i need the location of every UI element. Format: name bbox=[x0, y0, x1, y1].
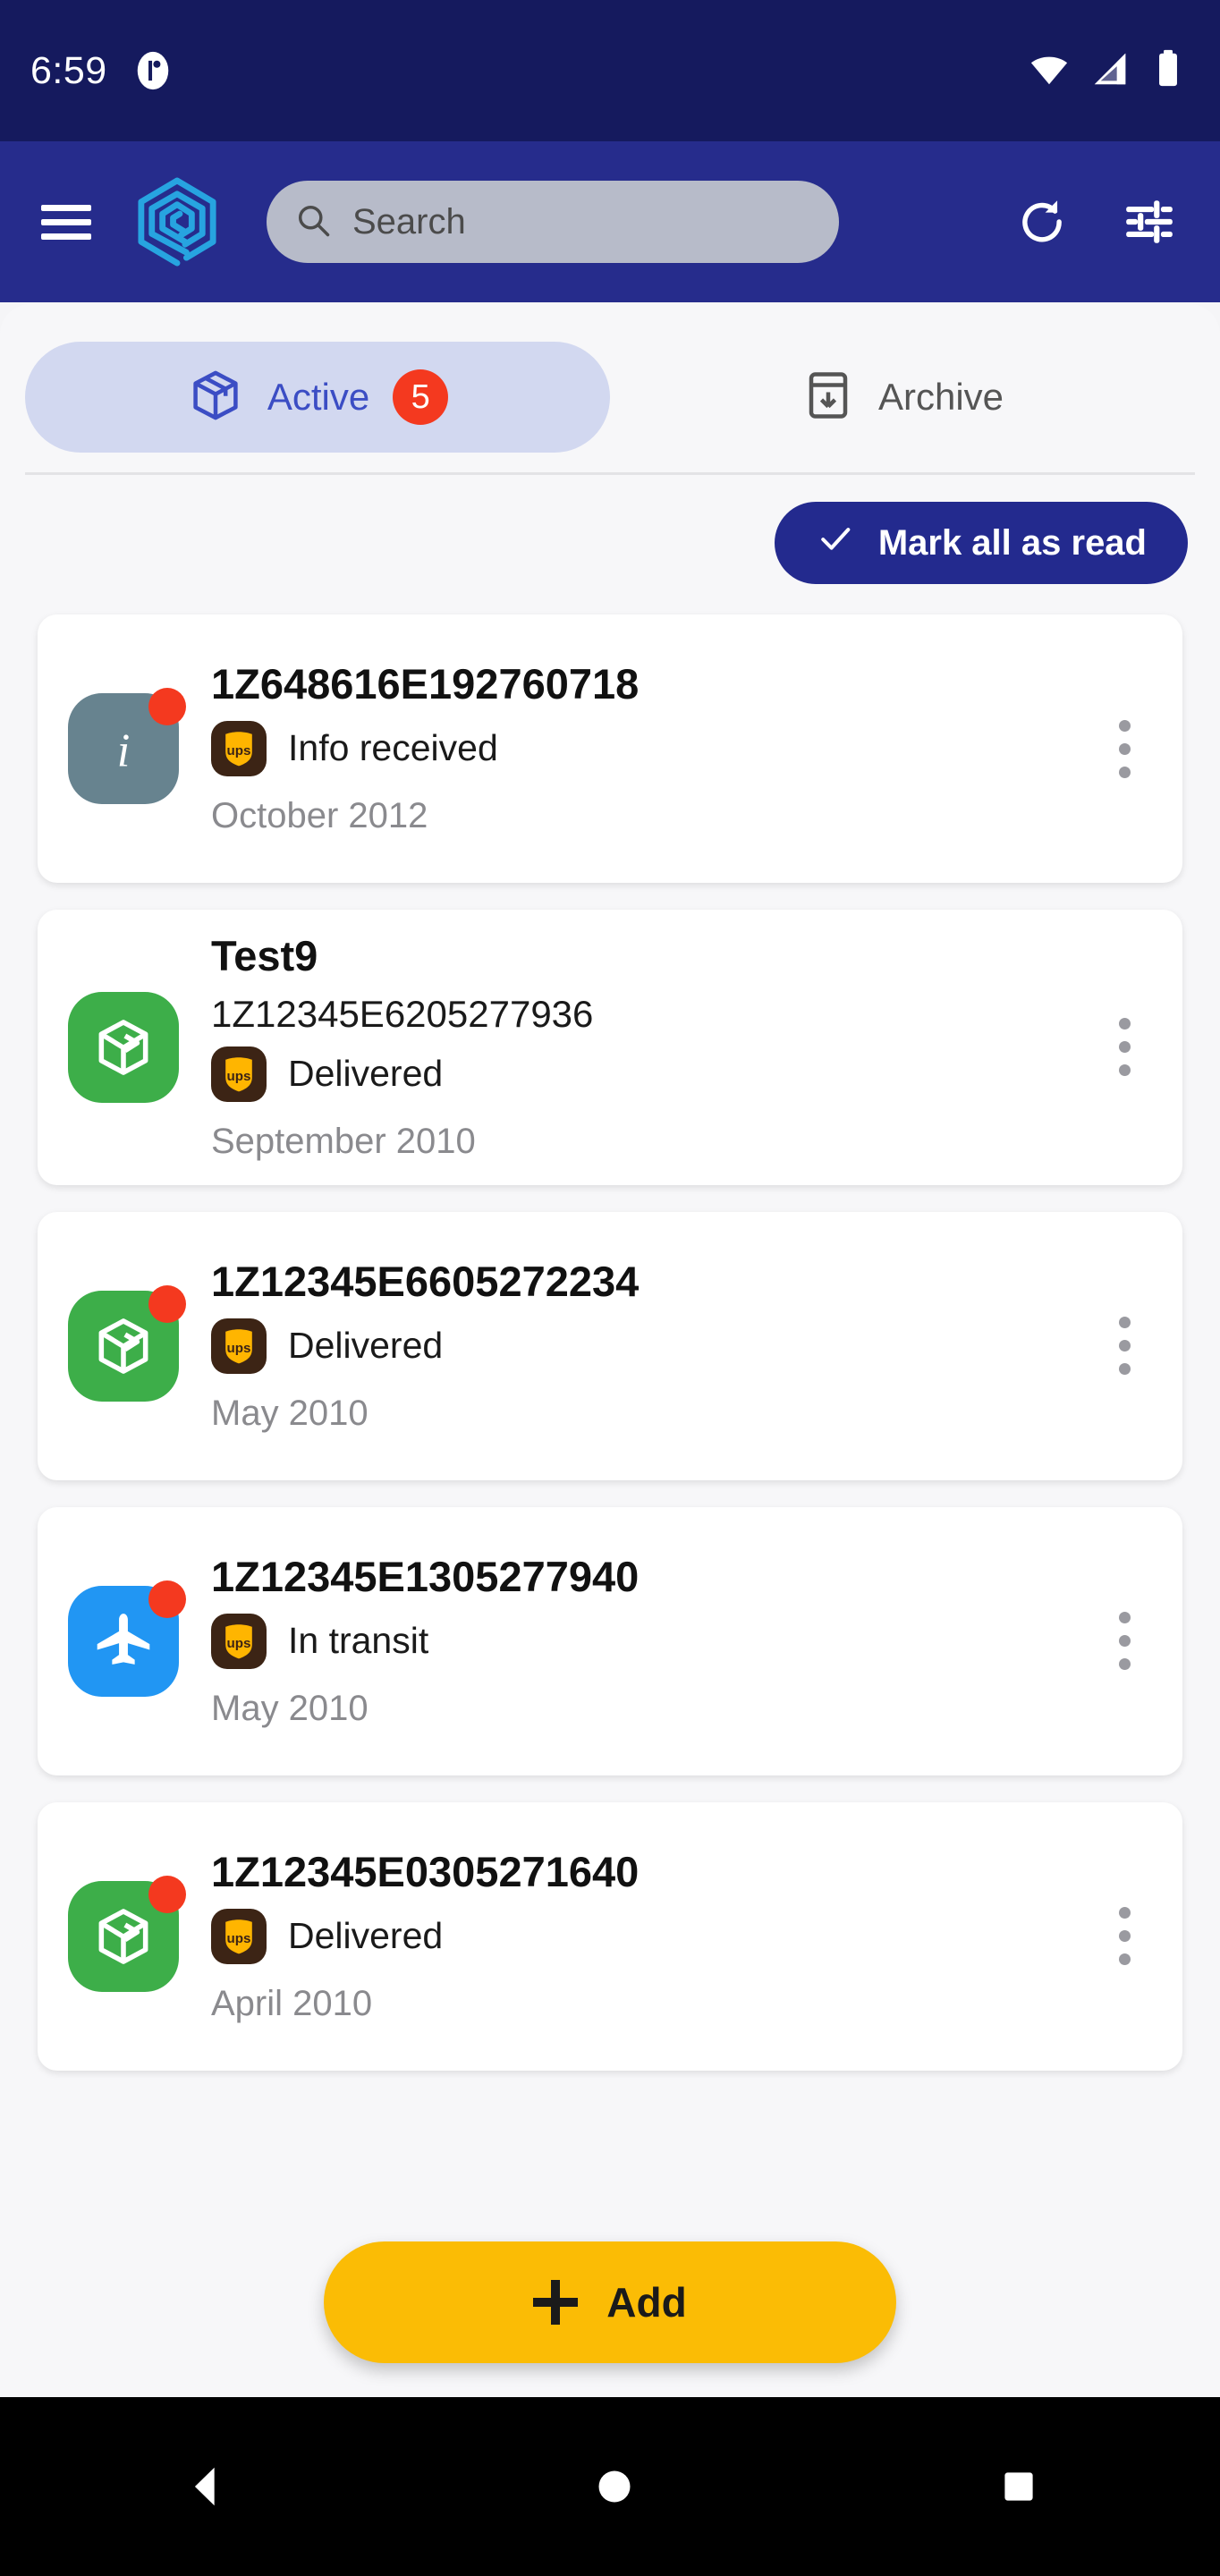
list-item-body: 1Z648616E192760718 ups Info received Oct… bbox=[211, 661, 1093, 836]
list-item-date: April 2010 bbox=[211, 1983, 373, 2023]
list-item-status-row: ups Delivered bbox=[211, 1318, 1093, 1374]
list-item-tracking: 1Z12345E1305277940 bbox=[211, 1553, 640, 1601]
tab-archive-label: Archive bbox=[877, 376, 1004, 418]
list-item-status: In transit bbox=[288, 1620, 429, 1662]
app-notification-icon bbox=[132, 50, 174, 91]
package-box-icon bbox=[187, 367, 244, 428]
unread-dot bbox=[148, 1580, 186, 1618]
list-item-date: September 2010 bbox=[211, 1121, 476, 1161]
cellular-signal-icon bbox=[1089, 48, 1131, 94]
toolbar-row: Mark all as read bbox=[0, 475, 1220, 584]
svg-text:ups: ups bbox=[226, 1341, 250, 1356]
list-item-status-row: ups In transit bbox=[211, 1613, 1093, 1669]
list-item-body: 1Z12345E6605272234 ups Delivered May 201… bbox=[211, 1258, 1093, 1434]
wifi-icon bbox=[1029, 48, 1070, 94]
mark-all-as-read-button[interactable]: Mark all as read bbox=[774, 502, 1188, 584]
avatar bbox=[68, 1580, 186, 1697]
tab-active-label: Active bbox=[267, 376, 370, 418]
tab-archive[interactable]: Archive bbox=[610, 342, 1195, 453]
add-button-label: Add bbox=[606, 2279, 687, 2326]
recents-square-icon[interactable] bbox=[997, 2465, 1040, 2508]
android-navigation-bar bbox=[0, 2397, 1220, 2576]
list-item-tracking: 1Z648616E192760718 bbox=[211, 660, 640, 708]
list-item-body: 1Z12345E1305277940 ups In transit May 20… bbox=[211, 1553, 1093, 1729]
app-root: 6:59 Search Active 5 Archive Mark all as… bbox=[0, 0, 1220, 2576]
status-bar-icons bbox=[1029, 48, 1186, 94]
tab-active-badge: 5 bbox=[393, 369, 449, 425]
list-item[interactable]: Test9 1Z12345E6205277936 ups Delivered S… bbox=[38, 910, 1182, 1185]
list-item-body: Test9 1Z12345E6205277936 ups Delivered S… bbox=[211, 932, 1093, 1162]
battery-icon bbox=[1150, 48, 1186, 94]
ups-logo-icon: ups bbox=[211, 1318, 267, 1374]
list-item-status: Delivered bbox=[288, 1053, 444, 1095]
add-button[interactable]: Add bbox=[324, 2241, 896, 2363]
list-item-tracking: 1Z12345E6205277936 bbox=[211, 992, 594, 1035]
list-item-status-row: ups Delivered bbox=[211, 1908, 1093, 1964]
svg-text:ups: ups bbox=[226, 1069, 250, 1084]
content-sheet: Active 5 Archive Mark all as read i 1Z64… bbox=[0, 304, 1220, 2397]
list-item-body: 1Z12345E0305271640 ups Delivered April 2… bbox=[211, 1848, 1093, 2024]
list-item-more-options-button[interactable] bbox=[1093, 1288, 1156, 1404]
app-logo-spiral-hexagon-icon bbox=[134, 173, 220, 271]
list-item-title: Test9 bbox=[211, 932, 318, 979]
svg-text:ups: ups bbox=[226, 1931, 250, 1946]
search-input[interactable]: Search bbox=[267, 181, 839, 263]
status-clock: 6:59 bbox=[30, 48, 107, 92]
list-item-tracking: 1Z12345E6605272234 bbox=[211, 1258, 640, 1306]
app-bar: Search bbox=[0, 141, 1220, 302]
svg-text:ups: ups bbox=[226, 1636, 250, 1651]
back-triangle-icon[interactable] bbox=[180, 2461, 232, 2512]
ups-logo-icon: ups bbox=[211, 1046, 267, 1102]
list-item-status: Delivered bbox=[288, 1915, 444, 1957]
svg-text:ups: ups bbox=[226, 743, 250, 758]
ups-logo-icon: ups bbox=[211, 720, 267, 776]
list-item-more-options-button[interactable] bbox=[1093, 1583, 1156, 1699]
avatar bbox=[68, 1284, 186, 1402]
search-icon bbox=[293, 200, 333, 244]
hamburger-menu-icon[interactable] bbox=[41, 197, 91, 248]
mark-all-as-read-label: Mark all as read bbox=[877, 522, 1147, 563]
list-item[interactable]: 1Z12345E6605272234 ups Delivered May 201… bbox=[38, 1211, 1182, 1480]
avatar bbox=[68, 991, 179, 1103]
avatar bbox=[68, 1875, 186, 1992]
archive-box-icon bbox=[801, 369, 855, 427]
tune-filter-icon[interactable] bbox=[1122, 194, 1177, 250]
list-item[interactable]: i 1Z648616E192760718 ups Info received O… bbox=[38, 614, 1182, 883]
list-item[interactable]: 1Z12345E0305271640 ups Delivered April 2… bbox=[38, 1801, 1182, 2071]
check-icon bbox=[816, 519, 855, 567]
app-bar-actions bbox=[1014, 194, 1190, 250]
list-item-date: May 2010 bbox=[211, 1688, 369, 1728]
unread-dot bbox=[148, 688, 186, 725]
tab-active[interactable]: Active 5 bbox=[25, 342, 610, 453]
ups-logo-icon: ups bbox=[211, 1613, 267, 1669]
list-item-status-row: ups Info received bbox=[211, 720, 1093, 776]
delivered-box-icon bbox=[68, 991, 179, 1103]
shipment-list: i 1Z648616E192760718 ups Info received O… bbox=[0, 584, 1220, 2071]
list-item-status-row: ups Delivered bbox=[211, 1046, 1093, 1102]
home-circle-icon[interactable] bbox=[592, 2464, 637, 2509]
plus-icon bbox=[533, 2280, 579, 2325]
svg-text:i: i bbox=[117, 725, 131, 777]
unread-dot bbox=[148, 1284, 186, 1323]
search-placeholder: Search bbox=[352, 201, 466, 242]
status-bar: 6:59 bbox=[0, 0, 1220, 141]
list-item-more-options-button[interactable] bbox=[1093, 1878, 1156, 1995]
avatar: i bbox=[68, 688, 186, 804]
unread-dot bbox=[148, 1875, 186, 1913]
list-item-more-options-button[interactable] bbox=[1093, 989, 1156, 1106]
list-item-status: Delivered bbox=[288, 1325, 444, 1367]
list-item-date: May 2010 bbox=[211, 1393, 369, 1433]
list-item-tracking: 1Z12345E0305271640 bbox=[211, 1848, 640, 1896]
list-item-date: October 2012 bbox=[211, 795, 428, 835]
list-item-more-options-button[interactable] bbox=[1093, 691, 1156, 807]
tab-bar: Active 5 Archive bbox=[0, 304, 1220, 465]
list-item-status: Info received bbox=[288, 727, 498, 769]
refresh-icon[interactable] bbox=[1014, 194, 1070, 250]
list-item[interactable]: 1Z12345E1305277940 ups In transit May 20… bbox=[38, 1506, 1182, 1775]
ups-logo-icon: ups bbox=[211, 1908, 267, 1964]
